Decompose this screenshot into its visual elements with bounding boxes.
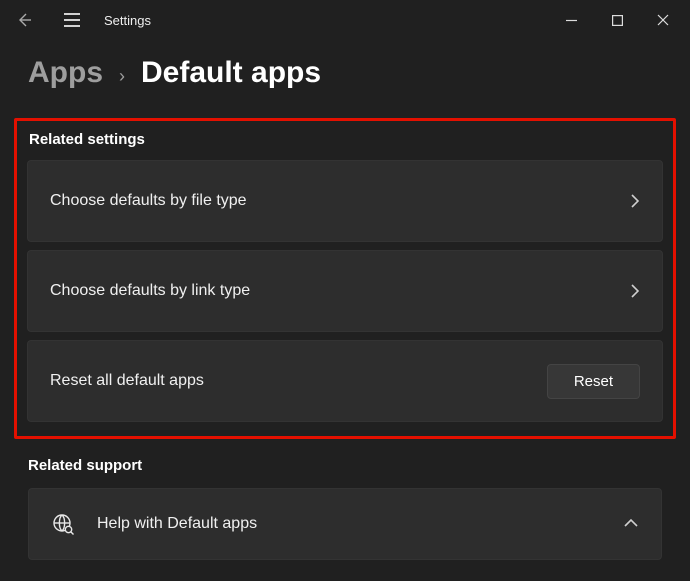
chevron-right-icon — [630, 283, 640, 299]
related-support-section: Related support Help with Default apps — [0, 457, 690, 560]
reset-all-default-apps-row: Reset all default apps Reset — [27, 340, 663, 422]
support-row-left: Help with Default apps — [51, 512, 257, 536]
back-button[interactable] — [4, 0, 44, 40]
row-label: Choose defaults by file type — [50, 192, 247, 210]
choose-defaults-link-type-row[interactable]: Choose defaults by link type — [27, 250, 663, 332]
hamburger-icon — [63, 13, 81, 27]
breadcrumb-parent[interactable]: Apps — [28, 56, 103, 90]
chevron-right-icon — [630, 193, 640, 209]
reset-button[interactable]: Reset — [547, 364, 640, 399]
titlebar: Settings — [0, 0, 690, 40]
maximize-icon — [612, 15, 623, 26]
close-icon — [657, 14, 669, 26]
page-title: Default apps — [141, 56, 321, 90]
window-title: Settings — [104, 13, 151, 28]
minimize-button[interactable] — [548, 4, 594, 36]
maximize-button[interactable] — [594, 4, 640, 36]
arrow-left-icon — [16, 12, 32, 28]
globe-search-icon — [51, 512, 75, 536]
breadcrumb: Apps › Default apps — [0, 40, 690, 114]
choose-defaults-file-type-row[interactable]: Choose defaults by file type — [27, 160, 663, 242]
close-button[interactable] — [640, 4, 686, 36]
titlebar-left: Settings — [4, 0, 151, 40]
row-label: Choose defaults by link type — [50, 282, 250, 300]
related-settings-title: Related settings — [27, 131, 663, 160]
minimize-icon — [566, 15, 577, 26]
related-support-title: Related support — [28, 457, 662, 488]
menu-button[interactable] — [52, 0, 92, 40]
breadcrumb-separator: › — [119, 66, 125, 87]
related-settings-highlight: Related settings Choose defaults by file… — [14, 118, 676, 439]
chevron-up-icon — [623, 515, 639, 533]
help-with-default-apps-row[interactable]: Help with Default apps — [28, 488, 662, 560]
row-label: Reset all default apps — [50, 372, 204, 390]
support-row-label: Help with Default apps — [97, 515, 257, 533]
